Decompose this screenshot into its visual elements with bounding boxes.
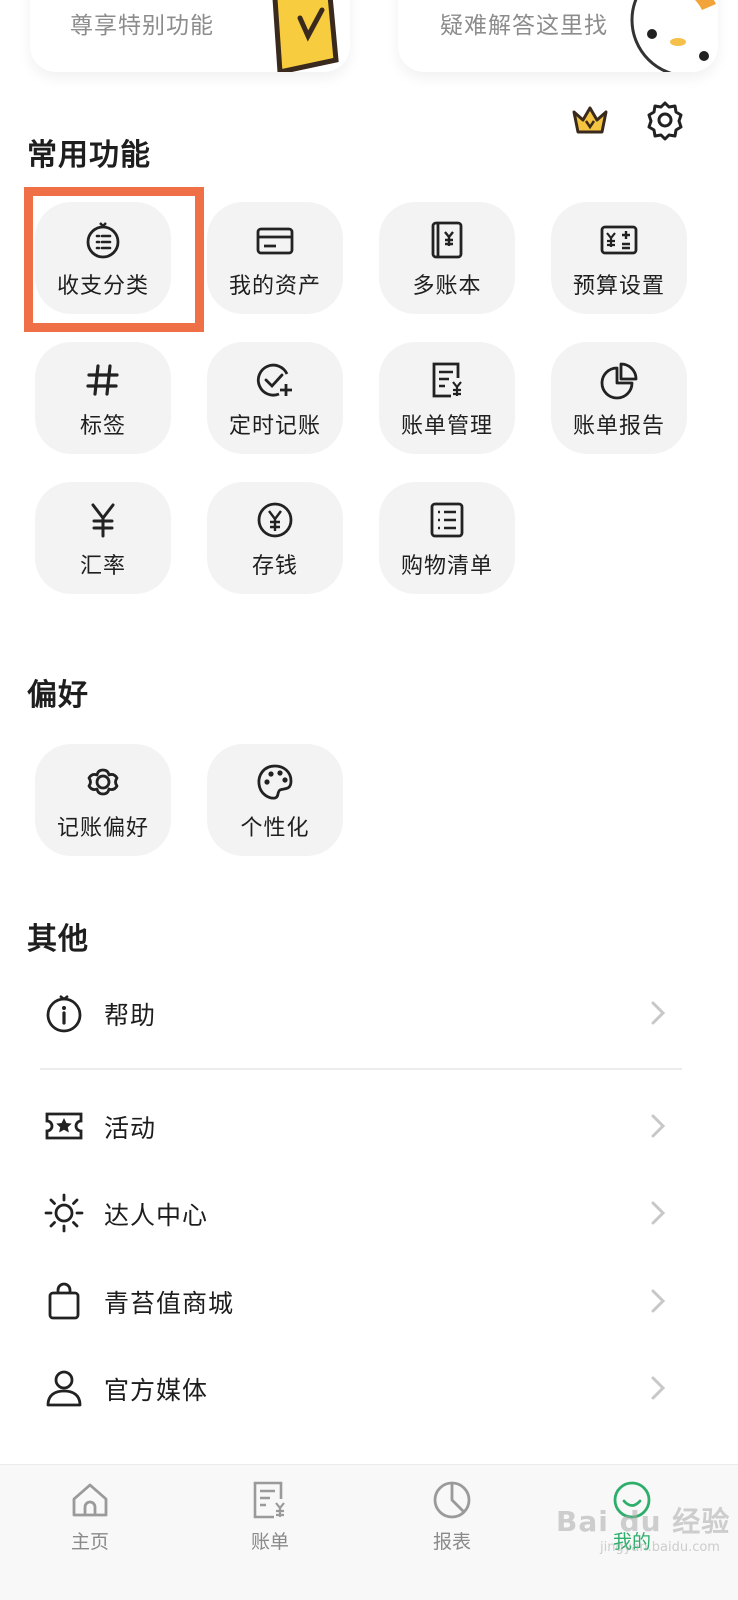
tile-label: 我的资产 — [228, 274, 321, 299]
section-preference-title: 偏好 — [27, 678, 89, 713]
row-official-media[interactable]: 官方媒体 — [40, 1353, 680, 1423]
tile-scheduled[interactable]: 定时记账 — [207, 342, 343, 454]
flower-gear-icon — [83, 762, 123, 802]
tile-label: 定时记账 — [228, 414, 321, 439]
faq-card[interactable]: 疑难解答这里找 — [398, 0, 718, 72]
chevron-right-icon — [651, 1114, 666, 1138]
tab-label: 主页 — [70, 1531, 109, 1553]
tile-tags[interactable]: 标签 — [35, 342, 171, 454]
tile-label: 多账本 — [412, 274, 482, 299]
home-icon — [69, 1479, 111, 1521]
row-help[interactable]: 帮助 — [40, 978, 680, 1048]
tile-label: 标签 — [79, 414, 126, 439]
tile-label: 账单管理 — [400, 414, 493, 439]
tile-bookkeeping-pref[interactable]: 记账偏好 — [35, 744, 171, 856]
tile-exchange-rate[interactable]: 汇率 — [35, 482, 171, 594]
shopping-bag-icon — [44, 1281, 84, 1321]
ledger-book-icon — [427, 220, 467, 260]
shopping-list-icon — [427, 500, 467, 540]
tile-bill-manage[interactable]: 账单管理 — [379, 342, 515, 454]
person-icon — [44, 1368, 84, 1408]
report-pie-icon — [431, 1479, 473, 1521]
tile-budget[interactable]: 预算设置 — [551, 202, 687, 314]
budget-calculator-icon — [599, 220, 639, 260]
coin-yen-icon — [255, 500, 295, 540]
tile-label: 收支分类 — [56, 274, 149, 299]
row-moss-mall[interactable]: 青苔值商城 — [40, 1266, 680, 1336]
tab-bills[interactable]: 账单 — [210, 1479, 330, 1569]
mine-page: 尊享特别功能 疑难解答这里找 常用功能 收支分类 我的资产 多账本 预算设置 标… — [0, 0, 738, 1600]
row-label: 达人中心 — [104, 1201, 209, 1230]
sun-icon — [44, 1193, 84, 1233]
tile-label: 个性化 — [240, 816, 310, 841]
tile-shopping-list[interactable]: 购物清单 — [379, 482, 515, 594]
section-other-title: 其他 — [27, 922, 89, 957]
chevron-right-icon — [651, 1376, 666, 1400]
tab-reports[interactable]: 报表 — [392, 1479, 512, 1569]
baidu-watermark-url: jingyan.baidu.com — [600, 1540, 720, 1555]
bill-manage-icon — [427, 360, 467, 400]
tile-category[interactable]: 收支分类 — [35, 202, 171, 314]
tab-home[interactable]: 主页 — [30, 1479, 150, 1569]
yen-icon — [83, 500, 123, 540]
chevron-right-icon — [651, 1001, 666, 1025]
tab-label: 账单 — [250, 1531, 289, 1553]
tile-label: 汇率 — [79, 554, 126, 579]
baidu-watermark: Bai du 经验 — [556, 1505, 731, 1538]
ticket-star-icon — [44, 1106, 84, 1146]
hashtag-icon — [83, 360, 123, 400]
row-activity[interactable]: 活动 — [40, 1091, 680, 1161]
section-common-title: 常用功能 — [27, 138, 151, 173]
row-label: 帮助 — [104, 1001, 157, 1030]
row-label: 活动 — [104, 1114, 157, 1143]
info-icon — [44, 993, 84, 1033]
tiger-mascot-icon — [618, 0, 718, 72]
vip-crown-icon[interactable] — [568, 98, 612, 142]
divider — [40, 1068, 682, 1070]
row-expert-center[interactable]: 达人中心 — [40, 1178, 680, 1248]
tile-personalize[interactable]: 个性化 — [207, 744, 343, 856]
vip-feature-text: 尊享特别功能 — [70, 13, 214, 39]
row-label: 青苔值商城 — [104, 1289, 235, 1318]
tile-assets[interactable]: 我的资产 — [207, 202, 343, 314]
tile-label: 账单报告 — [572, 414, 665, 439]
vip-badge-art-icon — [240, 0, 350, 72]
chevron-right-icon — [651, 1201, 666, 1225]
tile-label: 记账偏好 — [56, 816, 149, 841]
tile-label: 购物清单 — [400, 554, 493, 579]
pie-report-icon — [599, 360, 639, 400]
scheduled-check-icon — [255, 360, 295, 400]
tile-saving[interactable]: 存钱 — [207, 482, 343, 594]
tile-label: 存钱 — [251, 554, 298, 579]
bill-icon — [249, 1479, 291, 1521]
tile-label: 预算设置 — [572, 274, 665, 299]
tile-bill-report[interactable]: 账单报告 — [551, 342, 687, 454]
tab-label: 报表 — [432, 1531, 471, 1553]
chevron-right-icon — [651, 1289, 666, 1313]
palette-icon — [255, 762, 295, 802]
row-label: 官方媒体 — [104, 1376, 209, 1405]
faq-text: 疑难解答这里找 — [440, 13, 608, 39]
settings-gear-icon[interactable] — [643, 98, 687, 142]
card-icon — [255, 220, 295, 260]
tile-multi-ledger[interactable]: 多账本 — [379, 202, 515, 314]
category-list-icon — [83, 220, 123, 260]
vip-feature-card[interactable]: 尊享特别功能 — [30, 0, 350, 72]
